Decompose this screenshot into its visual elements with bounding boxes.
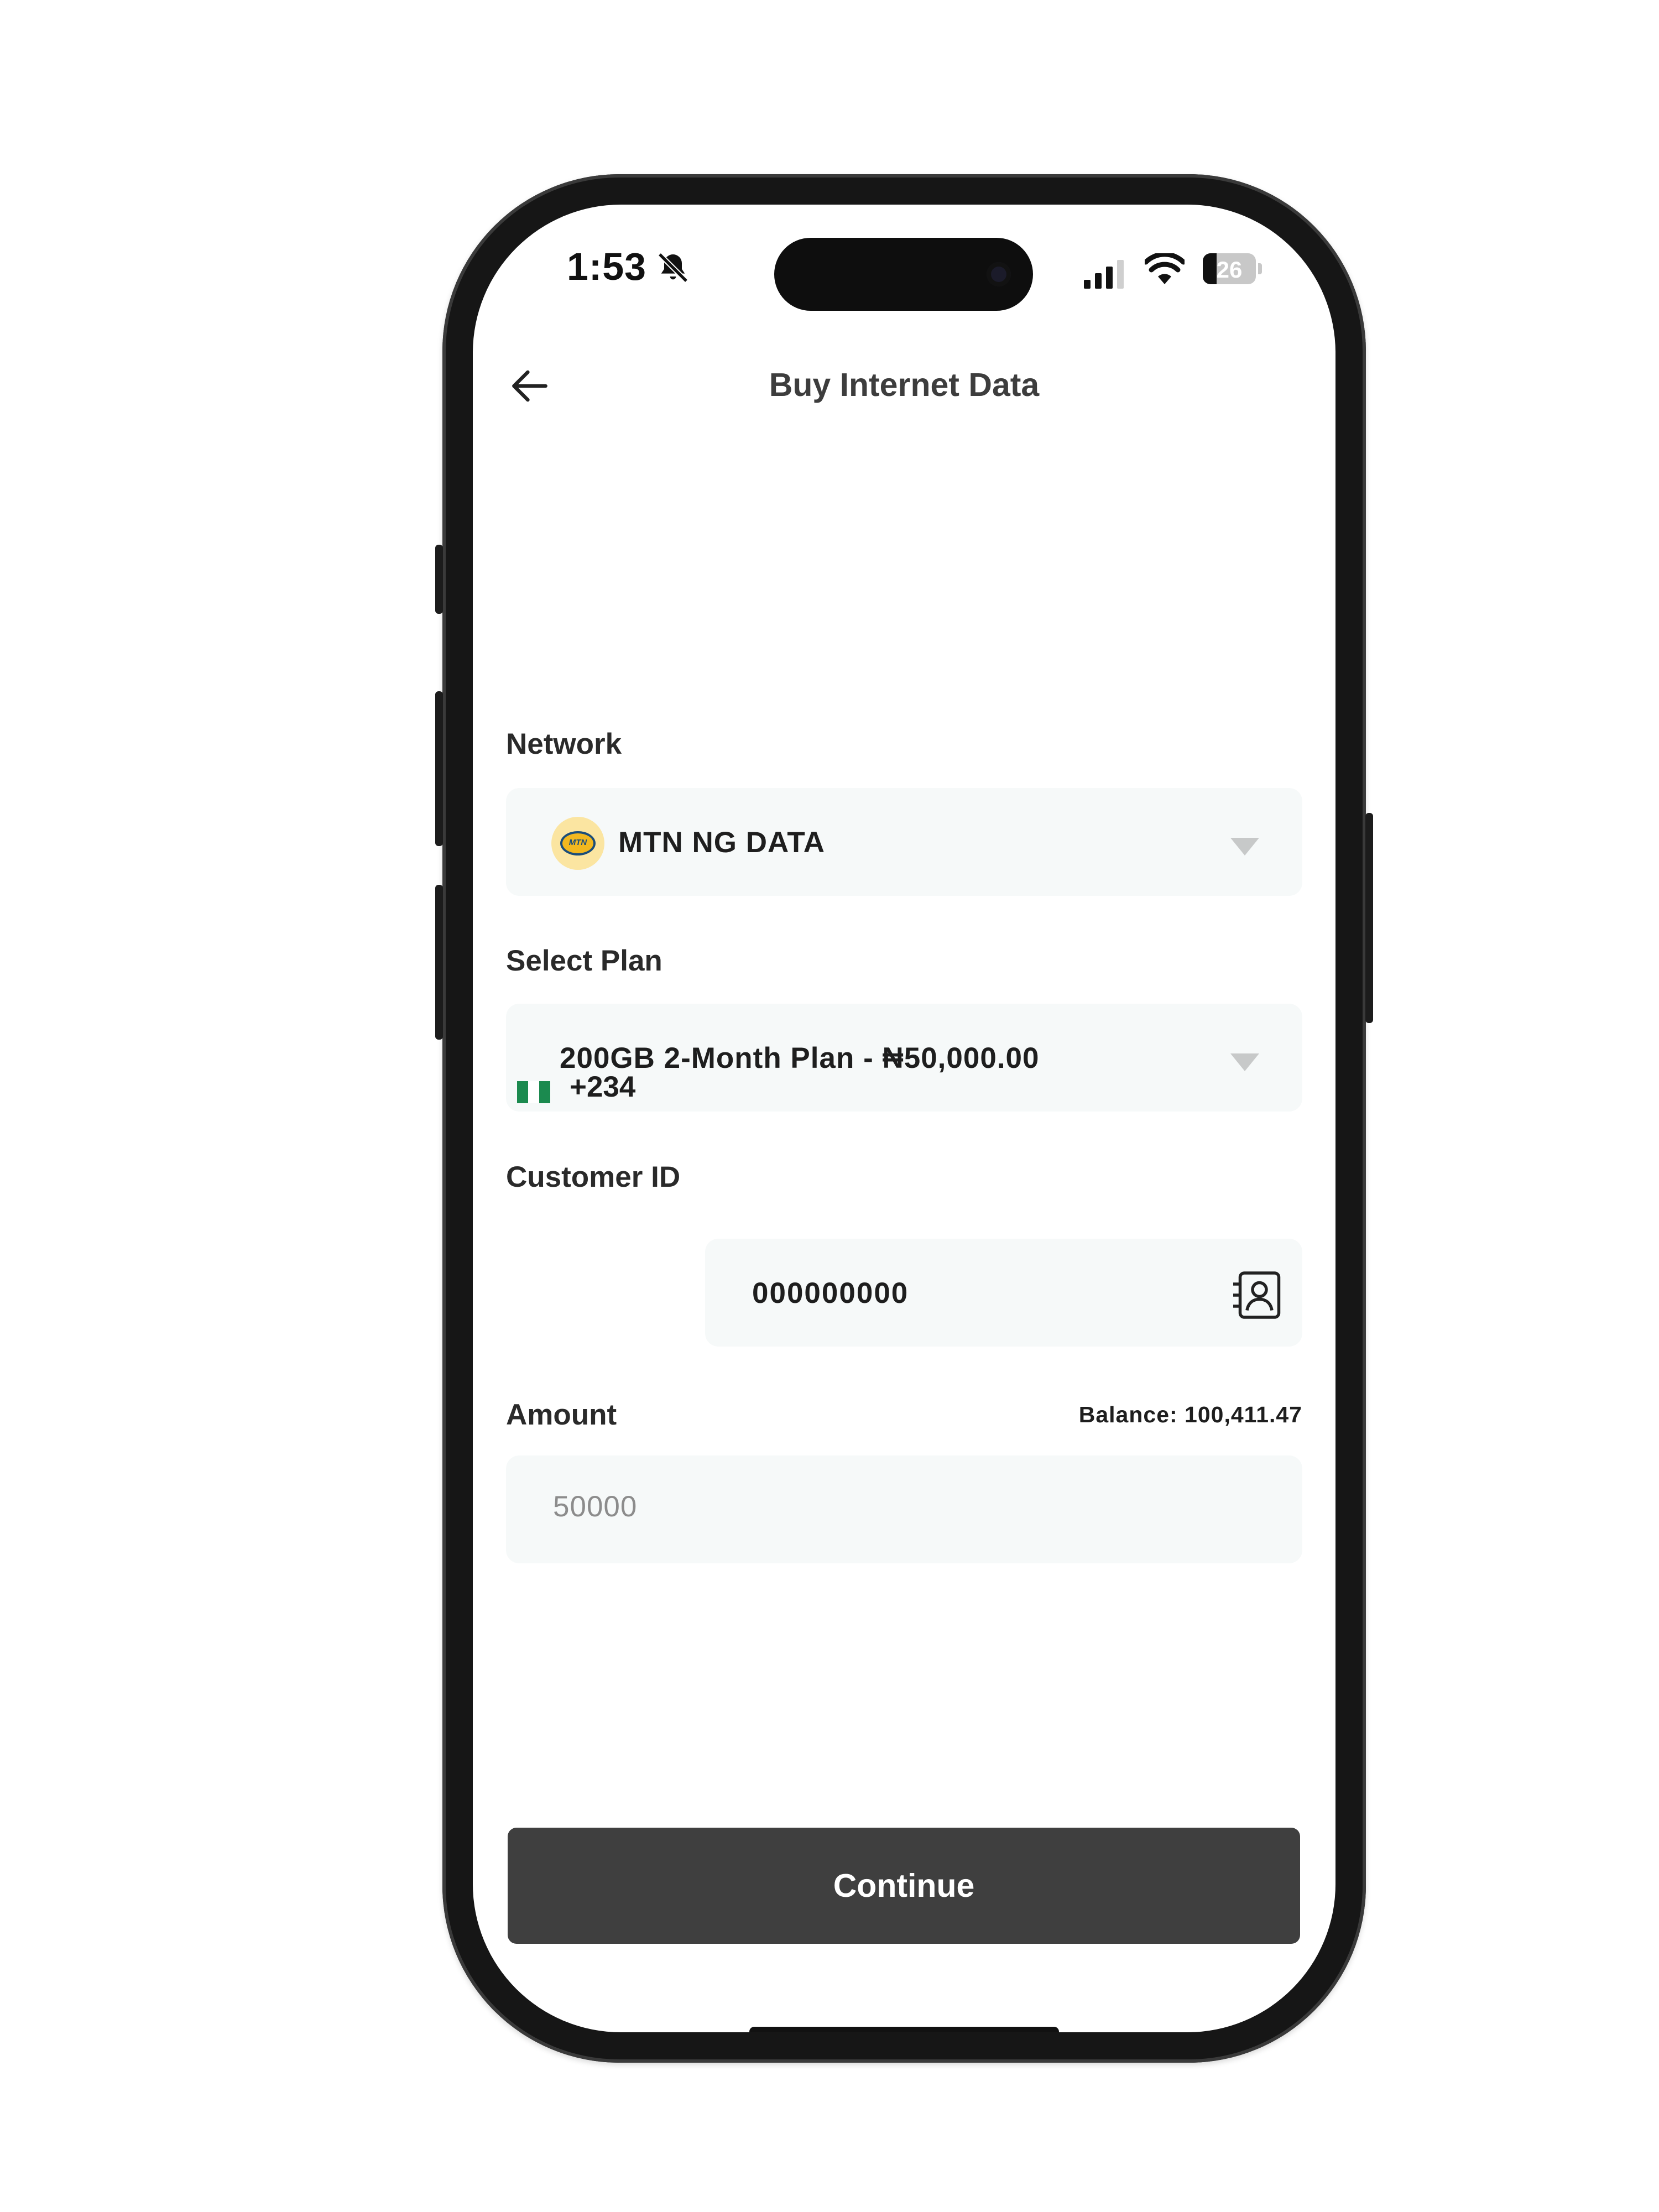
home-indicator[interactable] [749, 2027, 1059, 2032]
network-selected-value: MTN NG DATA [618, 826, 826, 859]
triangle-down-icon [1230, 838, 1259, 855]
phone-number-value: 000000000 [752, 1277, 909, 1310]
phone-screen: 1:53 26 Buy Internet Data Network MTN MT… [473, 205, 1335, 2032]
network-label: Network [506, 728, 622, 760]
amount-value: 50000 [553, 1490, 638, 1523]
battery-indicator: 26 [1203, 253, 1256, 284]
wallet-balance: Balance: 100,411.47 [1078, 1402, 1302, 1427]
status-time: 1:53 [567, 245, 647, 288]
amount-input[interactable]: 50000 [506, 1455, 1302, 1563]
signal-icon [1084, 260, 1124, 289]
mtn-logo-text: MTN [568, 838, 587, 847]
power-button [1365, 813, 1373, 1023]
country-dial-code[interactable]: +234 [570, 1070, 635, 1104]
mtn-logo-icon: MTN [551, 817, 604, 870]
volume-up-button [435, 691, 443, 846]
contact-book-icon[interactable] [1230, 1267, 1286, 1323]
battery-level: 26 [1216, 257, 1243, 283]
continue-button[interactable]: Continue [508, 1828, 1300, 1944]
nigeria-flag-icon[interactable] [517, 1081, 550, 1103]
silent-switch [435, 545, 443, 614]
camera-icon [987, 262, 1011, 286]
select-plan-label: Select Plan [506, 945, 662, 977]
customer-id-label: Customer ID [506, 1161, 681, 1193]
bell-slash-icon [658, 252, 688, 283]
battery-tip [1258, 263, 1262, 274]
wifi-icon [1145, 253, 1185, 284]
page-title: Buy Internet Data [769, 367, 1040, 403]
amount-label: Amount [506, 1399, 617, 1431]
dynamic-island [774, 238, 1033, 311]
phone-number-input[interactable]: 000000000 [705, 1239, 1302, 1347]
network-select[interactable]: MTN MTN NG DATA [506, 788, 1302, 896]
volume-down-button [435, 885, 443, 1040]
triangle-down-icon [1230, 1053, 1259, 1071]
